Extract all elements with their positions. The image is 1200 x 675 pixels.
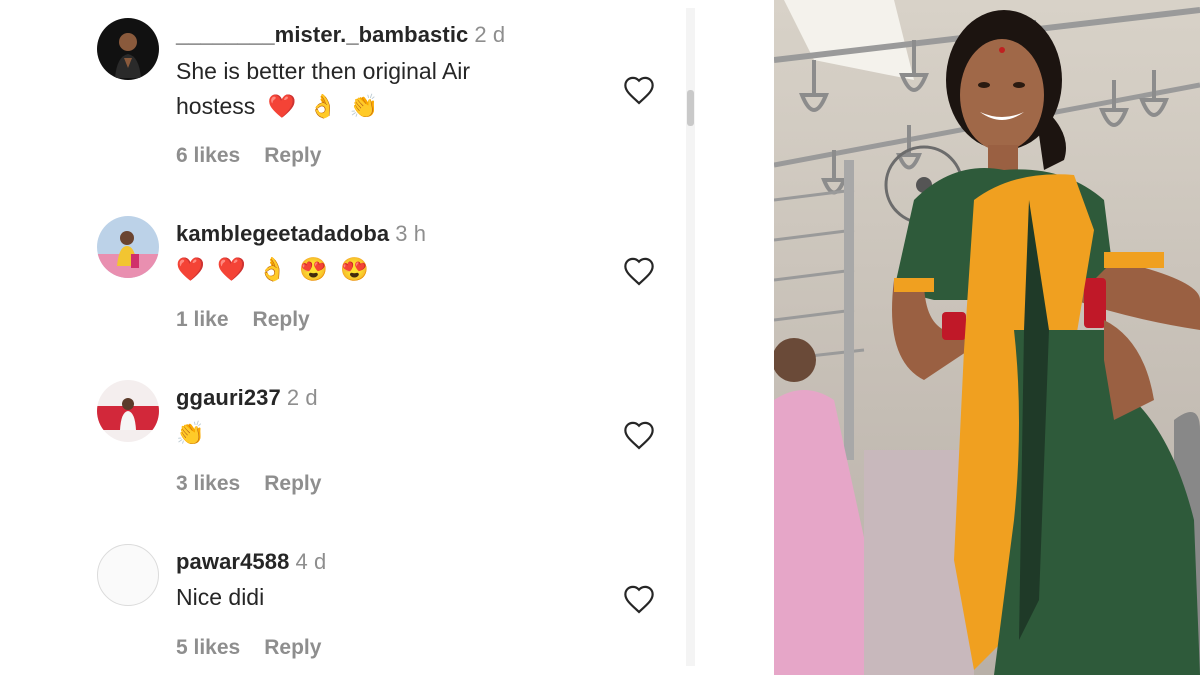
likes-count[interactable]: 3 likes: [176, 472, 240, 495]
heart-outline-icon[interactable]: [622, 75, 656, 105]
heart-emoji: ❤️: [217, 256, 246, 282]
comment-timestamp: 4 d: [295, 549, 327, 574]
clapping-hands-emoji: 👏: [176, 420, 205, 446]
heart-outline-icon[interactable]: [622, 420, 656, 450]
comment-meta: 6 likes Reply: [176, 144, 321, 168]
reply-button[interactable]: Reply: [264, 472, 321, 495]
reply-button[interactable]: Reply: [264, 144, 321, 167]
comment-text: 👏: [176, 416, 576, 451]
heart-eyes-emoji: 😍: [340, 256, 369, 282]
username-text[interactable]: ggauri237: [176, 385, 281, 410]
ok-hand-emoji: 👌: [308, 93, 338, 119]
heart-emoji: ❤️: [176, 256, 205, 282]
avatar[interactable]: [97, 380, 159, 442]
username[interactable]: ggauri237 2 d: [176, 385, 318, 411]
reply-button[interactable]: Reply: [253, 308, 310, 331]
likes-count[interactable]: 1 like: [176, 308, 229, 331]
default-avatar-icon[interactable]: [97, 544, 159, 606]
heart-eyes-emoji: 😍: [299, 256, 328, 282]
username-text[interactable]: ________mister._bambastic: [176, 22, 468, 47]
avatar[interactable]: [97, 18, 159, 80]
clapping-hands-emoji: 👏: [349, 93, 379, 119]
reply-button[interactable]: Reply: [264, 636, 321, 659]
comment-text-line: She is better then original Air: [176, 58, 471, 84]
comment-timestamp: 2 d: [474, 22, 506, 47]
username[interactable]: pawar4588 4 d: [176, 549, 326, 575]
heart-outline-icon[interactable]: [622, 256, 656, 286]
comment-meta: 5 likes Reply: [176, 636, 321, 660]
username[interactable]: ________mister._bambastic 2 d: [176, 22, 505, 48]
comment-text: Nice didi: [176, 580, 576, 615]
comment-text: ❤️ ❤️ 👌 😍 😍: [176, 252, 576, 287]
username-text[interactable]: kamblegeetadadoba: [176, 221, 389, 246]
comment-text-word: hostess: [176, 93, 256, 119]
comments-panel: ________mister._bambastic 2 d She is bett…: [0, 0, 696, 675]
comment-meta: 3 likes Reply: [176, 472, 321, 496]
comment-timestamp: 2 d: [286, 385, 318, 410]
heart-emoji: ❤️: [267, 93, 297, 119]
comment-timestamp: 3 h: [395, 221, 427, 246]
heart-outline-icon[interactable]: [622, 584, 656, 614]
ok-hand-emoji: 👌: [258, 256, 287, 282]
username-text[interactable]: pawar4588: [176, 549, 289, 574]
comment-meta: 1 like Reply: [176, 308, 310, 332]
username[interactable]: kamblegeetadadoba 3 h: [176, 221, 426, 247]
likes-count[interactable]: 5 likes: [176, 636, 240, 659]
comment-text-line: Nice didi: [176, 584, 265, 610]
post-photo: [774, 0, 1200, 675]
comment-text-line: hostess ❤️ 👌 👏: [176, 89, 576, 124]
likes-count[interactable]: 6 likes: [176, 144, 240, 167]
comment-text: She is better then original Air hostess …: [176, 54, 576, 124]
photo-illustration: [774, 0, 1200, 675]
avatar[interactable]: [97, 216, 159, 278]
scrollbar-thumb[interactable]: [687, 90, 694, 126]
